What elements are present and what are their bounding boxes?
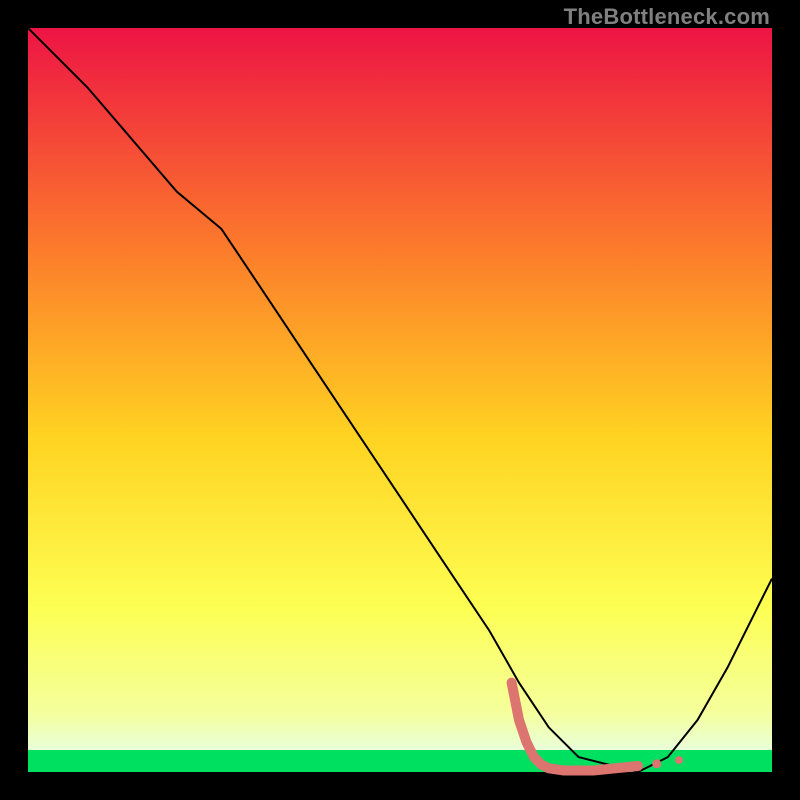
optimal-zone-dot bbox=[652, 759, 661, 768]
watermark-text: TheBottleneck.com bbox=[564, 4, 770, 30]
chart-curve-layer bbox=[28, 28, 772, 772]
optimal-zone-dot bbox=[675, 756, 683, 764]
chart-frame bbox=[28, 28, 772, 772]
optimal-zone-path bbox=[512, 683, 638, 771]
bottleneck-curve-path bbox=[28, 28, 772, 772]
